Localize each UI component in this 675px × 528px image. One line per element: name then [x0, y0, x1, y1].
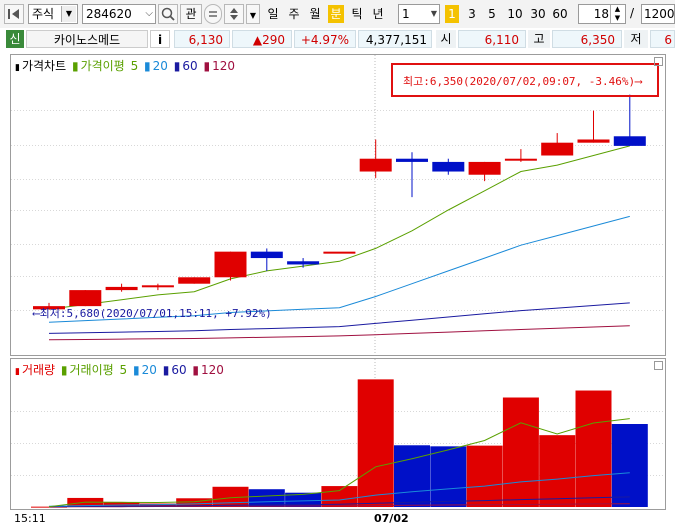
high-price: 6,350	[552, 30, 622, 48]
watchlist-label: 관	[185, 7, 197, 21]
open-price: 6,110	[458, 30, 526, 48]
stock-code-input[interactable]: 284620 ⌵	[82, 4, 156, 24]
period-year-button[interactable]: 년	[370, 5, 386, 23]
info-button[interactable]: i	[150, 30, 170, 48]
chevron-down-icon: ▼	[430, 9, 437, 18]
trade-volume: 4,377,151	[358, 30, 432, 48]
change-rate: +4.97%	[294, 30, 356, 48]
candle-body	[468, 161, 501, 175]
count-max-input[interactable]: 1200	[641, 4, 675, 24]
up-down-arrow-icon	[230, 8, 238, 20]
chevron-down-icon: ▼	[249, 11, 257, 20]
stock-code-value: 284620	[86, 7, 132, 21]
toolbar: 주식 ▼ 284620 ⌵ 관 ▼ 일 주 월 분 틱 년 1 ▼ 1 3 5 …	[0, 0, 675, 29]
interval-30-button[interactable]: 30	[528, 5, 548, 23]
candle-body	[214, 251, 247, 278]
link-button[interactable]	[204, 4, 222, 24]
interval-5-button[interactable]: 5	[485, 5, 499, 23]
link-icon	[209, 11, 217, 17]
candle-body	[432, 161, 465, 172]
chevron-down-icon: ▼	[61, 6, 76, 22]
interval-value: 1	[402, 7, 410, 21]
volume-bar	[502, 397, 539, 507]
stepper-arrows-icon: ▲ ▼	[610, 5, 624, 23]
chart-area: ▮ 가격차트 ▮ 가격이평 5 ▮ 20 ▮ 60 ▮ 120 최고:6,350(2020…	[0, 50, 675, 528]
candle-body	[504, 158, 537, 161]
volume-bar	[430, 446, 467, 507]
search-button[interactable]	[158, 4, 178, 24]
period-week-button[interactable]: 주	[286, 5, 302, 23]
stock-info-bar: 신 카이노스메드 i 6,130 ▲290 +4.97% 4,377,151 시…	[0, 28, 675, 51]
volume-panel[interactable]: ▮ 거래량 ▮ 거래이평 5 ▮ 20 ▮ 60 ▮ 120	[10, 358, 666, 510]
volume-bar	[575, 390, 612, 507]
panel-maximize-icon[interactable]	[654, 361, 663, 370]
panel-maximize-icon[interactable]	[654, 57, 663, 66]
watchlist-button[interactable]: 관	[180, 4, 202, 24]
price-ma120-line	[48, 325, 630, 341]
current-price: 6,130	[174, 30, 230, 48]
candle-body	[359, 158, 392, 172]
count-value: 18	[593, 7, 609, 21]
candle-body	[287, 261, 320, 265]
panel-toggle-icon	[8, 9, 19, 19]
period-menu-button[interactable]: ▼	[246, 4, 260, 24]
period-day-button[interactable]: 일	[265, 5, 281, 23]
count-separator: /	[630, 6, 635, 20]
low-label: 저	[624, 30, 648, 48]
stock-name[interactable]: 카이노스메드	[26, 30, 148, 48]
period-month-button[interactable]: 월	[307, 5, 323, 23]
candle-body	[613, 136, 646, 146]
candle-body	[141, 285, 174, 288]
volume-bar	[394, 445, 430, 507]
candle-body	[577, 139, 610, 143]
volume-bar	[611, 424, 648, 507]
candle-body	[541, 142, 574, 156]
market-badge: 신	[6, 30, 24, 48]
candle-body	[396, 158, 428, 162]
x-axis-start-label: 15:11	[14, 512, 46, 525]
interval-60-button[interactable]: 60	[550, 5, 570, 23]
volume-bar	[466, 445, 503, 507]
price-ma5-line	[48, 145, 630, 310]
market-type-value: 주식	[32, 7, 55, 21]
high-annotation: 최고:6,350(2020/07/02,09:07, -3.46%)⟶	[403, 75, 642, 88]
volume-bar	[357, 379, 394, 507]
interval-select[interactable]: 1 ▼	[398, 4, 440, 24]
x-axis: 15:11 07/02	[0, 510, 675, 528]
price-panel[interactable]: ▮ 가격차트 ▮ 가격이평 5 ▮ 20 ▮ 60 ▮ 120 최고:6,350(2020…	[10, 54, 666, 356]
candle-body	[69, 290, 102, 307]
period-tick-button[interactable]: 틱	[349, 5, 365, 23]
count-stepper[interactable]: 18 ▲ ▼	[578, 4, 626, 24]
period-minute-button[interactable]: 분	[328, 5, 344, 23]
high-label: 고	[528, 30, 550, 48]
market-type-select[interactable]: 주식 ▼	[28, 4, 78, 24]
interval-10-button[interactable]: 10	[505, 5, 525, 23]
x-axis-date-label: 07/02	[374, 512, 409, 525]
panel-toggle-button[interactable]	[4, 4, 24, 24]
low-price: 6	[650, 30, 675, 48]
candle-body	[178, 277, 211, 284]
candle-body	[323, 251, 356, 254]
interval-1-button[interactable]: 1	[445, 5, 459, 23]
interval-3-button[interactable]: 3	[465, 5, 479, 23]
open-label: 시	[436, 30, 456, 48]
low-annotation: ⟵최저:5,680(2020/07/01,15:11, +7.92%)	[33, 307, 272, 320]
chevron-down-icon: ⌵	[145, 8, 153, 19]
search-icon	[161, 7, 175, 21]
price-change: ▲290	[232, 30, 292, 48]
candle-body	[250, 251, 283, 259]
count-max-value: 1200	[644, 7, 675, 21]
volume-chart-canvas	[11, 359, 665, 509]
volume-bar	[539, 435, 576, 507]
stock-stepper[interactable]	[224, 4, 244, 24]
candle-body	[105, 286, 138, 291]
